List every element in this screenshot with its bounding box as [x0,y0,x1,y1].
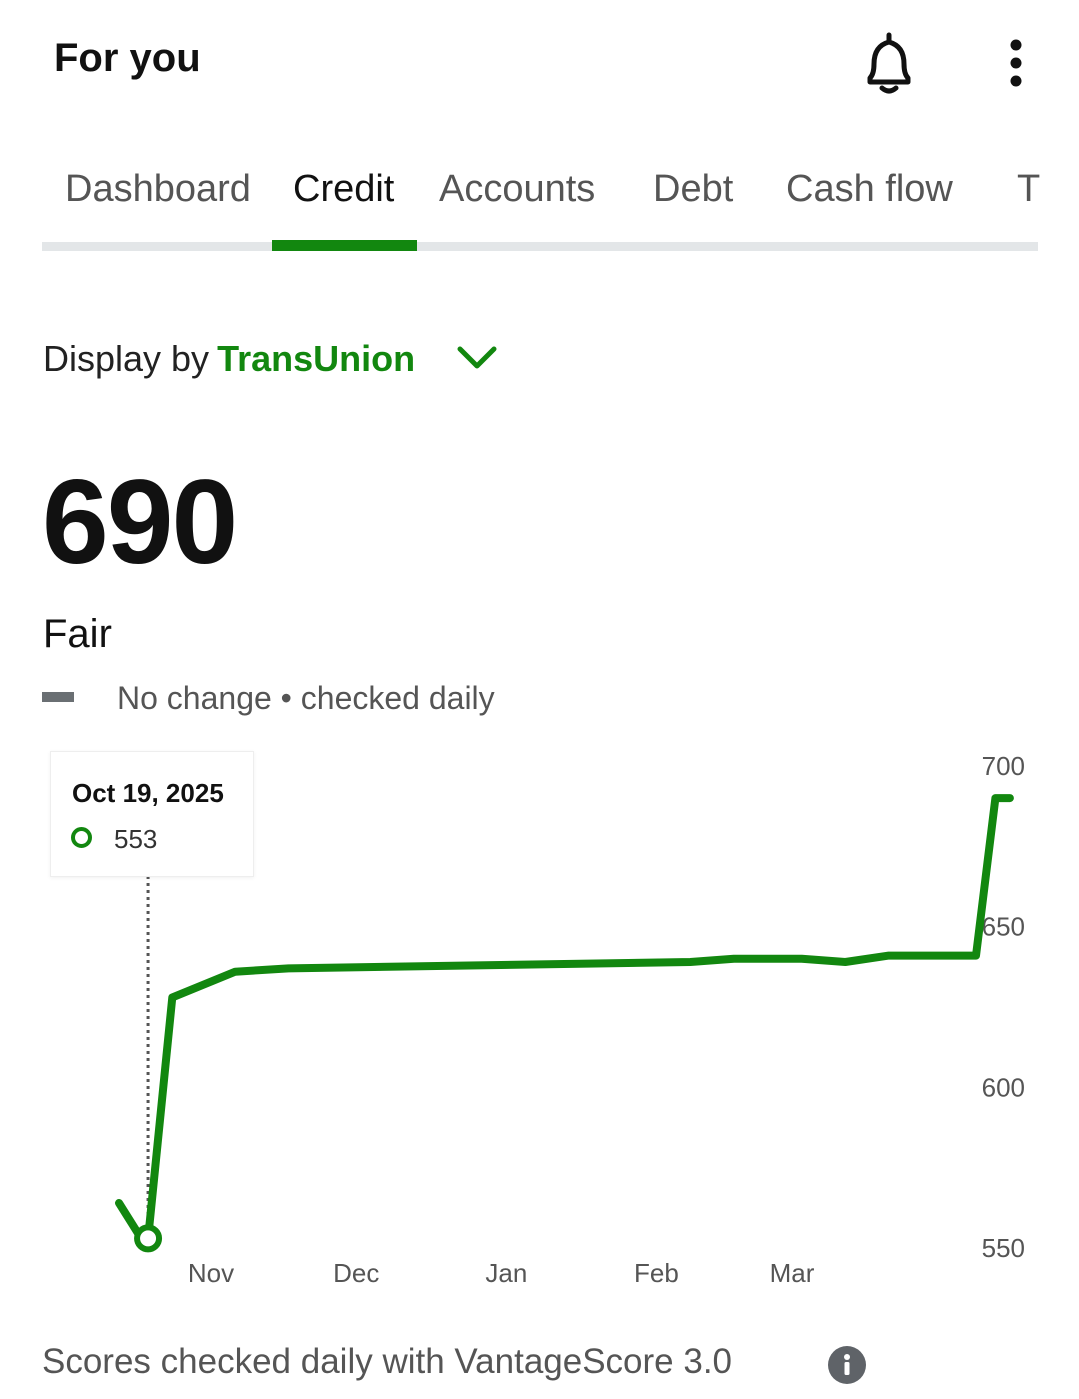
y-tick-label: 700 [982,751,1025,781]
display-by-label: Display by [43,338,210,379]
vantagescore-note: Scores checked daily with VantageScore 3… [42,1342,733,1381]
tooltip-date: Oct 19, 2025 [72,778,224,808]
data-point[interactable] [284,964,292,972]
chart-tooltip: Oct 19, 2025 553 [50,751,254,877]
more-vertical-icon[interactable] [996,38,1036,90]
y-tick-label: 600 [982,1072,1025,1102]
bureau-selector[interactable]: Display by TransUnion [43,338,415,380]
data-point[interactable] [730,955,738,963]
tab-overflow[interactable]: T [1017,168,1040,211]
data-point[interactable] [841,958,849,966]
x-tick-label: Dec [333,1258,379,1288]
tab-credit[interactable]: Credit [293,168,394,211]
data-point[interactable] [686,958,694,966]
tooltip-marker-icon [71,827,92,848]
data-point[interactable] [1006,794,1014,802]
tab-cash-flow[interactable]: Cash flow [786,168,953,211]
tab-active-indicator [272,240,417,251]
page-title: For you [54,36,201,80]
y-tick-label: 650 [982,912,1025,942]
tab-dashboard[interactable]: Dashboard [65,168,251,211]
score-rating: Fair [43,612,112,656]
selected-point[interactable] [134,1224,163,1253]
tab-debt[interactable]: Debt [653,168,733,211]
bell-icon[interactable] [860,32,918,96]
top-app-bar: For you [0,0,1079,120]
data-point[interactable] [991,794,999,802]
tab-accounts[interactable]: Accounts [439,168,595,211]
score-change-text: No change • checked daily [117,680,495,716]
x-tick-label: Jan [485,1258,527,1288]
x-tick-label: Feb [634,1258,679,1288]
x-tick-label: Mar [770,1258,815,1288]
data-point[interactable] [972,952,980,960]
data-point[interactable] [115,1199,123,1207]
x-tick-label: Nov [188,1258,234,1288]
data-point[interactable] [798,955,806,963]
data-point[interactable] [168,993,176,1001]
no-change-indicator [42,692,74,702]
tab-bar: Dashboard Credit Accounts Debt Cash flow… [42,160,1040,252]
data-point[interactable] [231,968,239,976]
credit-score: 690 [42,455,238,589]
tab-track [42,242,1038,251]
y-tick-label: 550 [982,1233,1025,1263]
chevron-down-icon[interactable] [456,344,498,372]
tooltip-value: 553 [114,824,158,854]
data-point[interactable] [885,952,893,960]
info-icon[interactable] [828,1346,866,1384]
bureau-name[interactable]: TransUnion [217,338,415,379]
